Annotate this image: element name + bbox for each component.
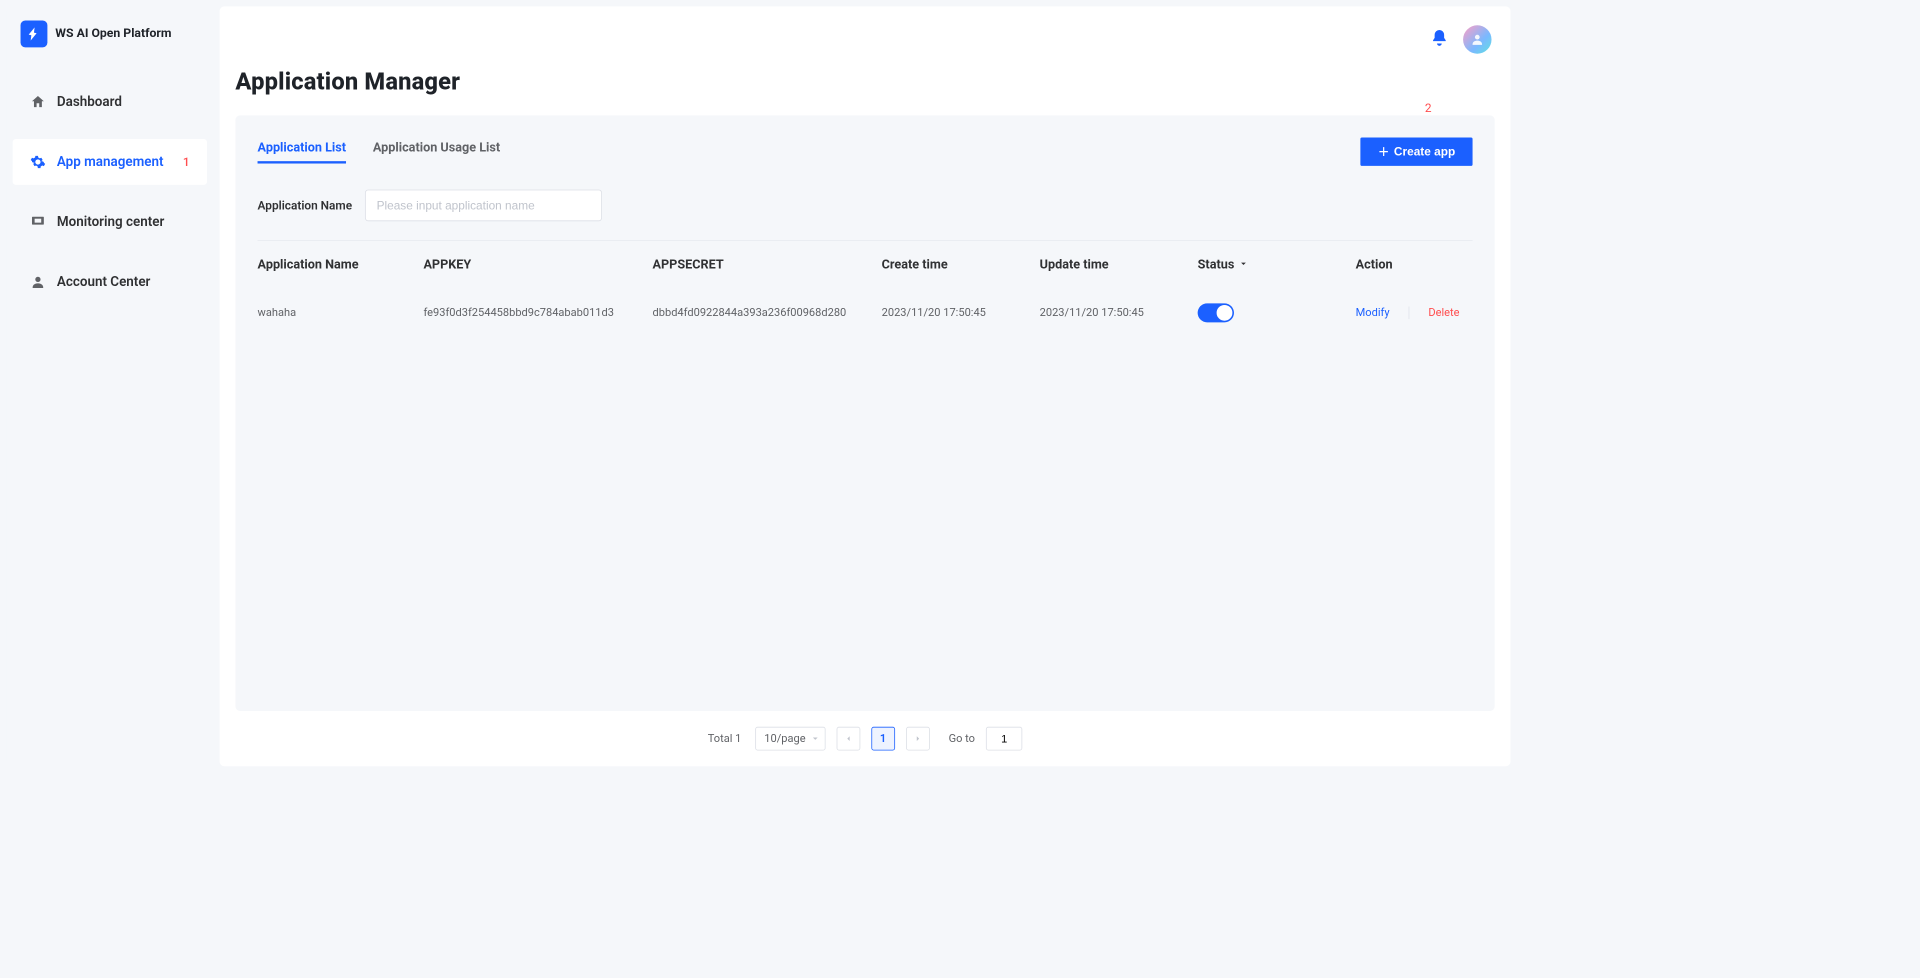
filter-label: Application Name: [258, 198, 353, 212]
th-update-time: Update time: [1040, 256, 1198, 271]
nav-label: Account Center: [57, 274, 151, 290]
th-status[interactable]: Status: [1198, 256, 1356, 271]
delete-link[interactable]: Delete: [1428, 307, 1459, 320]
cell-appkey: fe93f0d3f254458bbd9c784abab011d3: [423, 307, 652, 320]
nav-badge: 1: [183, 155, 190, 169]
chevron-right-icon: [913, 734, 922, 743]
pagination: Total 1 10/page 1 Go to: [220, 727, 1511, 751]
nav-item-monitoring-center[interactable]: Monitoring center: [13, 199, 207, 245]
th-status-label: Status: [1198, 256, 1235, 271]
page-size-select[interactable]: 10/page: [756, 727, 826, 751]
caret-down-icon: [1239, 259, 1248, 268]
pagination-total: Total 1: [708, 732, 742, 745]
annotation-2: 2: [1425, 101, 1432, 115]
topbar: [1430, 25, 1492, 53]
cell-appsecret: dbbd4fd0922844a393a236f00968d280: [653, 307, 882, 320]
tabs: Application List Application Usage List: [258, 140, 501, 164]
th-create-time: Create time: [882, 256, 1040, 271]
cell-app-name: wahaha: [258, 307, 424, 320]
tab-application-list[interactable]: Application List: [258, 140, 346, 164]
pagination-prev-button[interactable]: [836, 727, 860, 751]
main: Application Manager 2 Application List A…: [220, 6, 1511, 766]
modify-link[interactable]: Modify: [1356, 307, 1390, 320]
content-card: 2 Application List Application Usage Lis…: [235, 115, 1494, 711]
status-toggle[interactable]: [1198, 303, 1234, 322]
pagination-page-1[interactable]: 1: [871, 727, 895, 751]
filter-row: Application Name: [258, 190, 1473, 222]
monitor-icon: [30, 214, 46, 230]
pagination-goto-label: Go to: [949, 732, 975, 745]
tab-application-usage-list[interactable]: Application Usage List: [373, 140, 500, 164]
page-title: Application Manager: [235, 68, 460, 96]
applications-table: Application Name APPKEY APPSECRET Create…: [258, 240, 1473, 339]
gear-icon: [30, 154, 46, 170]
nav-item-account-center[interactable]: Account Center: [13, 259, 207, 305]
page-size-label: 10/page: [764, 732, 805, 745]
create-app-button[interactable]: ＋ Create app: [1361, 137, 1473, 165]
brand-logo-icon: [21, 21, 48, 48]
sidebar: WS AI Open Platform Dashboard App manage…: [6, 6, 213, 766]
pagination-goto-input[interactable]: [986, 727, 1022, 751]
nav-label: Dashboard: [57, 94, 122, 110]
chevron-down-icon: [810, 734, 819, 743]
nav-label: App management: [57, 154, 164, 170]
application-name-input[interactable]: [365, 190, 602, 222]
plus-icon: ＋: [1378, 146, 1389, 157]
table-header: Application Name APPKEY APPSECRET Create…: [258, 241, 1473, 287]
nav-label: Monitoring center: [57, 214, 164, 230]
cell-actions: Modify Delete: [1356, 307, 1498, 320]
table-row: wahaha fe93f0d3f254458bbd9c784abab011d3 …: [258, 287, 1473, 339]
nav-item-dashboard[interactable]: Dashboard: [13, 79, 207, 125]
chevron-left-icon: [844, 734, 853, 743]
cell-create-time: 2023/11/20 17:50:45: [882, 307, 1040, 320]
create-app-label: Create app: [1394, 145, 1455, 158]
brand: WS AI Open Platform: [6, 6, 213, 55]
th-appsecret: APPSECRET: [653, 256, 882, 271]
home-icon: [30, 94, 46, 110]
cell-update-time: 2023/11/20 17:50:45: [1040, 307, 1198, 320]
avatar[interactable]: [1463, 25, 1491, 53]
cell-status: [1198, 303, 1356, 322]
th-appkey: APPKEY: [423, 256, 652, 271]
pagination-next-button[interactable]: [906, 727, 930, 751]
nav-item-app-management[interactable]: App management 1: [13, 139, 207, 185]
th-action: Action: [1356, 256, 1498, 271]
bell-icon[interactable]: [1430, 28, 1449, 50]
th-app-name: Application Name: [258, 256, 424, 271]
user-icon: [30, 274, 46, 290]
tabs-row: Application List Application Usage List …: [258, 137, 1473, 165]
separator: [1409, 307, 1410, 320]
nav: Dashboard App management 1 Monitoring ce…: [6, 79, 213, 305]
brand-title: WS AI Open Platform: [55, 26, 171, 41]
